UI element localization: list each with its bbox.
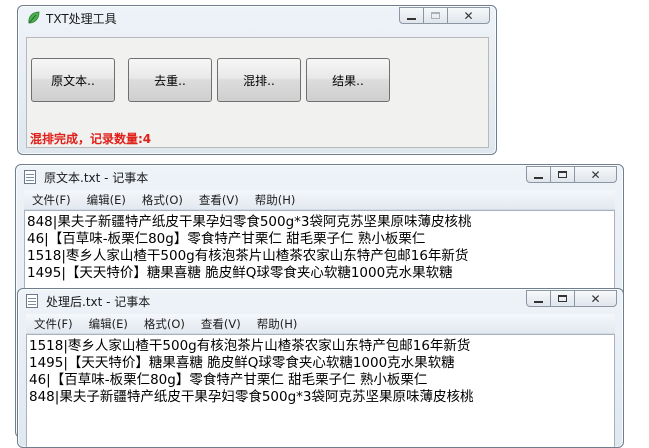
- close-icon: ✕: [590, 167, 601, 182]
- notepad-result-menubar: 文件(F) 编辑(E) 格式(O) 查看(V) 帮助(H): [26, 314, 615, 334]
- menu-format[interactable]: 格式(O): [134, 192, 191, 208]
- tool-caption-buttons: ✕: [399, 7, 490, 25]
- menu-format[interactable]: 格式(O): [136, 316, 193, 332]
- notepad-original-caption-buttons: ✕: [526, 166, 617, 184]
- text-line: 1518|枣乡人家山楂干500g有核泡茶片山楂茶农家山东特产包邮16年新货: [27, 248, 469, 264]
- maximize-icon: [558, 171, 567, 178]
- menu-edit[interactable]: 编辑(E): [81, 316, 136, 332]
- text-line: 1495|【天天特价】糖果喜糖 脆皮鲜Q球零食夹心软糖1000克水果软糖: [27, 265, 453, 281]
- tool-titlebar[interactable]: TXT处理工具 ✕: [18, 6, 496, 30]
- menu-help[interactable]: 帮助(H): [247, 192, 304, 208]
- text-line: 848|果夫子新疆特产纸皮干果孕妇零食500g*3袋阿克苏坚果原味薄皮核桃: [27, 214, 472, 230]
- tool-window-title: TXT处理工具: [46, 12, 117, 26]
- maximize-button[interactable]: [550, 166, 575, 183]
- notepad-icon: [26, 294, 38, 308]
- maximize-icon: [431, 12, 440, 19]
- close-icon: ✕: [590, 291, 601, 306]
- notepad-icon: [24, 170, 36, 184]
- minimize-icon: [534, 176, 543, 179]
- menu-help[interactable]: 帮助(H): [249, 316, 306, 332]
- close-button[interactable]: ✕: [574, 166, 617, 183]
- shuffle-button[interactable]: 混排..: [217, 58, 301, 102]
- menu-file[interactable]: 文件(F): [26, 316, 81, 332]
- notepad-original-title: 原文本.txt - 记事本: [44, 171, 149, 185]
- menu-edit[interactable]: 编辑(E): [79, 192, 134, 208]
- notepad-original-titlebar[interactable]: 原文本.txt - 记事本 ✕: [16, 165, 623, 189]
- close-button[interactable]: ✕: [447, 7, 490, 24]
- txt-tool-window: TXT处理工具 ✕ 原文本.. 去重.. 混排.. 结果.. 混排完成，记录数量…: [17, 5, 497, 155]
- menu-view[interactable]: 查看(V): [191, 192, 247, 208]
- status-text: 混排完成，记录数量:4: [30, 132, 152, 146]
- minimize-button[interactable]: [526, 166, 551, 183]
- notepad-result-caption-buttons: ✕: [526, 290, 617, 308]
- result-button[interactable]: 结果..: [306, 58, 390, 102]
- minimize-icon: [534, 300, 543, 303]
- notepad-result-titlebar[interactable]: 处理后.txt - 记事本 ✕: [18, 289, 623, 313]
- close-icon: ✕: [463, 8, 474, 23]
- original-text-button[interactable]: 原文本..: [31, 58, 115, 102]
- notepad-result-window: 处理后.txt - 记事本 ✕ 文件(F) 编辑(E) 格式(O) 查看(V) …: [17, 288, 624, 448]
- tool-client-area: 原文本.. 去重.. 混排.. 结果.. 混排完成，记录数量:4: [26, 37, 489, 148]
- close-button[interactable]: ✕: [574, 290, 617, 307]
- menu-file[interactable]: 文件(F): [24, 192, 79, 208]
- minimize-icon: [407, 17, 416, 20]
- minimize-button[interactable]: [526, 290, 551, 307]
- minimize-button[interactable]: [399, 7, 424, 24]
- leaf-icon: [28, 11, 40, 24]
- notepad-result-title: 处理后.txt - 记事本: [46, 295, 151, 309]
- notepad-original-menubar: 文件(F) 编辑(E) 格式(O) 查看(V) 帮助(H): [24, 190, 615, 210]
- text-line: 1518|枣乡人家山楂干500g有核泡茶片山楂茶农家山东特产包邮16年新货: [29, 338, 471, 354]
- text-line: 46|【百草味-板栗仁80g】零食特产甘栗仁 甜毛栗子仁 熟小板栗仁: [27, 231, 426, 247]
- maximize-button[interactable]: [550, 290, 575, 307]
- maximize-button[interactable]: [423, 7, 448, 24]
- dedup-button[interactable]: 去重..: [128, 58, 212, 102]
- notepad-result-editor[interactable]: 1518|枣乡人家山楂干500g有核泡茶片山楂茶农家山东特产包邮16年新货 14…: [26, 334, 615, 447]
- text-line: 848|果夫子新疆特产纸皮干果孕妇零食500g*3袋阿克苏坚果原味薄皮核桃: [29, 389, 474, 405]
- menu-view[interactable]: 查看(V): [193, 316, 249, 332]
- text-line: 46|【百草味-板栗仁80g】零食特产甘栗仁 甜毛栗子仁 熟小板栗仁: [29, 372, 428, 388]
- text-line: 1495|【天天特价】糖果喜糖 脆皮鲜Q球零食夹心软糖1000克水果软糖: [29, 355, 455, 371]
- maximize-icon: [558, 295, 567, 302]
